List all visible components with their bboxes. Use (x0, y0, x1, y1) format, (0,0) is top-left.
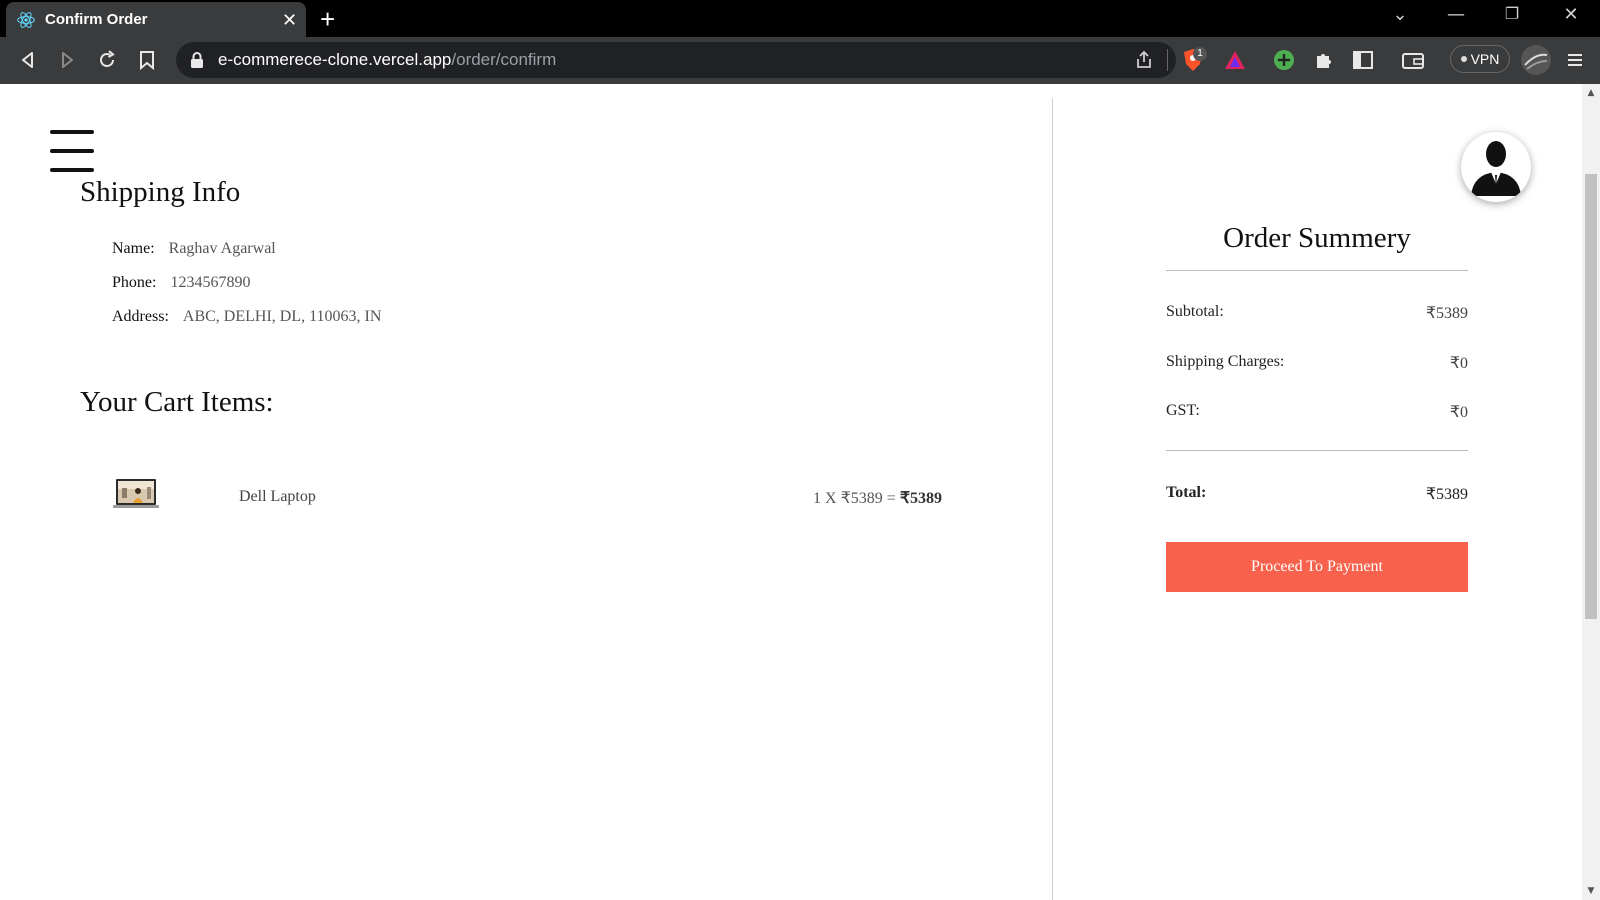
address-bar[interactable]: e-commerece-clone.vercel.app/order/confi… (176, 42, 1176, 78)
page-scrollbar[interactable]: ▲ ▼ (1582, 84, 1600, 900)
total-value: ₹5389 (1425, 486, 1468, 503)
forward-icon[interactable] (54, 47, 80, 73)
shipping-name-value: Raghav Agarwal (168, 240, 276, 257)
shipping-charges-label: Shipping Charges: (1166, 353, 1285, 370)
shipping-name-label: Name: (112, 240, 155, 257)
shipping-phone-label: Phone: (112, 274, 157, 291)
user-avatar-icon[interactable] (1461, 132, 1531, 202)
subtotal-label: Subtotal: (1166, 303, 1224, 320)
brave-shield-count-badge: 1 (1193, 47, 1207, 61)
shipping-address-value: ABC, DELHI, DL, 110063, IN (182, 308, 382, 325)
toolbar-separator (1167, 49, 1168, 71)
back-icon[interactable] (15, 47, 41, 73)
minimize-window-button[interactable]: — (1441, 4, 1471, 25)
cart-item-name-link[interactable]: Dell Laptop (239, 488, 316, 506)
restore-window-button[interactable]: ❐ (1497, 4, 1527, 23)
hamburger-menu-icon[interactable] (50, 130, 94, 172)
wallet-icon[interactable] (1400, 47, 1426, 73)
profile-avatar-icon[interactable] (1521, 45, 1551, 75)
gst-label: GST: (1166, 402, 1200, 419)
laptop-product-image (113, 479, 159, 508)
bookmark-icon[interactable] (134, 47, 160, 73)
url-host: e-commerece-clone.vercel.app (218, 50, 452, 69)
total-label: Total: (1166, 484, 1207, 501)
shipping-phone-row: Phone: 1234567890 (112, 274, 250, 292)
tab-title: Confirm Order (45, 11, 148, 28)
cart-item-total: ₹5389 (899, 490, 942, 507)
shipping-address-label: Address: (112, 308, 169, 325)
cart-item: Dell Laptop 1 X ₹5389 = ₹5389 (112, 476, 942, 516)
cart-item-qty-price: 1 X ₹5389 = (813, 490, 900, 507)
scroll-up-arrow-icon[interactable]: ▲ (1586, 88, 1596, 98)
summary-divider-bottom (1166, 450, 1468, 451)
browser-toolbar: e-commerece-clone.vercel.app/order/confi… (0, 37, 1600, 84)
subtotal-value: ₹5389 (1425, 305, 1468, 322)
shipping-charges-value: ₹0 (1449, 355, 1468, 372)
extensions-puzzle-icon[interactable] (1311, 47, 1337, 73)
cart-items-heading: Your Cart Items: (80, 386, 274, 418)
browser-tab-strip: Confirm Order ✕ + ⌄ — ❐ ✕ (0, 0, 1600, 37)
vpn-label: VPN (1470, 51, 1500, 67)
shipping-phone-value: 1234567890 (170, 274, 251, 291)
order-summary-heading: Order Summery (1223, 222, 1411, 254)
shipping-name-row: Name: Raghav Agarwal (112, 240, 276, 258)
vpn-status-dot (1460, 56, 1467, 62)
extension-green-plus-icon[interactable] (1271, 47, 1297, 73)
vertical-divider (1052, 98, 1053, 900)
proceed-to-payment-button[interactable]: Proceed To Payment (1166, 542, 1468, 592)
lock-icon (191, 52, 203, 68)
tab-search-chevron-icon[interactable]: ⌄ (1385, 4, 1415, 25)
scrollbar-thumb[interactable] (1585, 174, 1597, 619)
sidebar-toggle-icon[interactable] (1350, 47, 1376, 73)
tab-close-icon[interactable]: ✕ (282, 10, 297, 31)
subtotal-row: Subtotal: ₹5389 (1166, 303, 1468, 322)
confirm-order-page: Shipping Info Name: Raghav Agarwal Phone:… (0, 84, 1582, 900)
browser-tab-active[interactable]: Confirm Order ✕ (6, 2, 306, 37)
cart-item-price: 1 X ₹5389 = ₹5389 (813, 488, 942, 508)
share-icon[interactable] (1131, 47, 1157, 73)
shipping-info-heading: Shipping Info (80, 176, 241, 208)
total-row: Total: ₹5389 (1166, 484, 1468, 503)
url-path: /order/confirm (451, 50, 557, 69)
react-favicon-icon (17, 12, 35, 28)
shipping-address-row: Address: ABC, DELHI, DL, 110063, IN (112, 308, 381, 326)
reload-icon[interactable] (94, 47, 120, 73)
shipping-charges-row: Shipping Charges: ₹0 (1166, 353, 1468, 372)
gst-value: ₹0 (1449, 404, 1468, 421)
url-text: e-commerece-clone.vercel.app/order/confi… (218, 50, 556, 70)
close-window-button[interactable]: ✕ (1556, 4, 1586, 25)
gst-row: GST: ₹0 (1166, 402, 1468, 421)
browser-menu-icon[interactable] (1562, 47, 1588, 73)
brave-rewards-icon[interactable] (1222, 47, 1248, 73)
summary-divider-top (1166, 270, 1468, 271)
new-tab-button[interactable]: + (320, 4, 335, 35)
scroll-down-arrow-icon[interactable]: ▼ (1586, 886, 1596, 896)
vpn-button[interactable]: VPN (1450, 45, 1510, 73)
